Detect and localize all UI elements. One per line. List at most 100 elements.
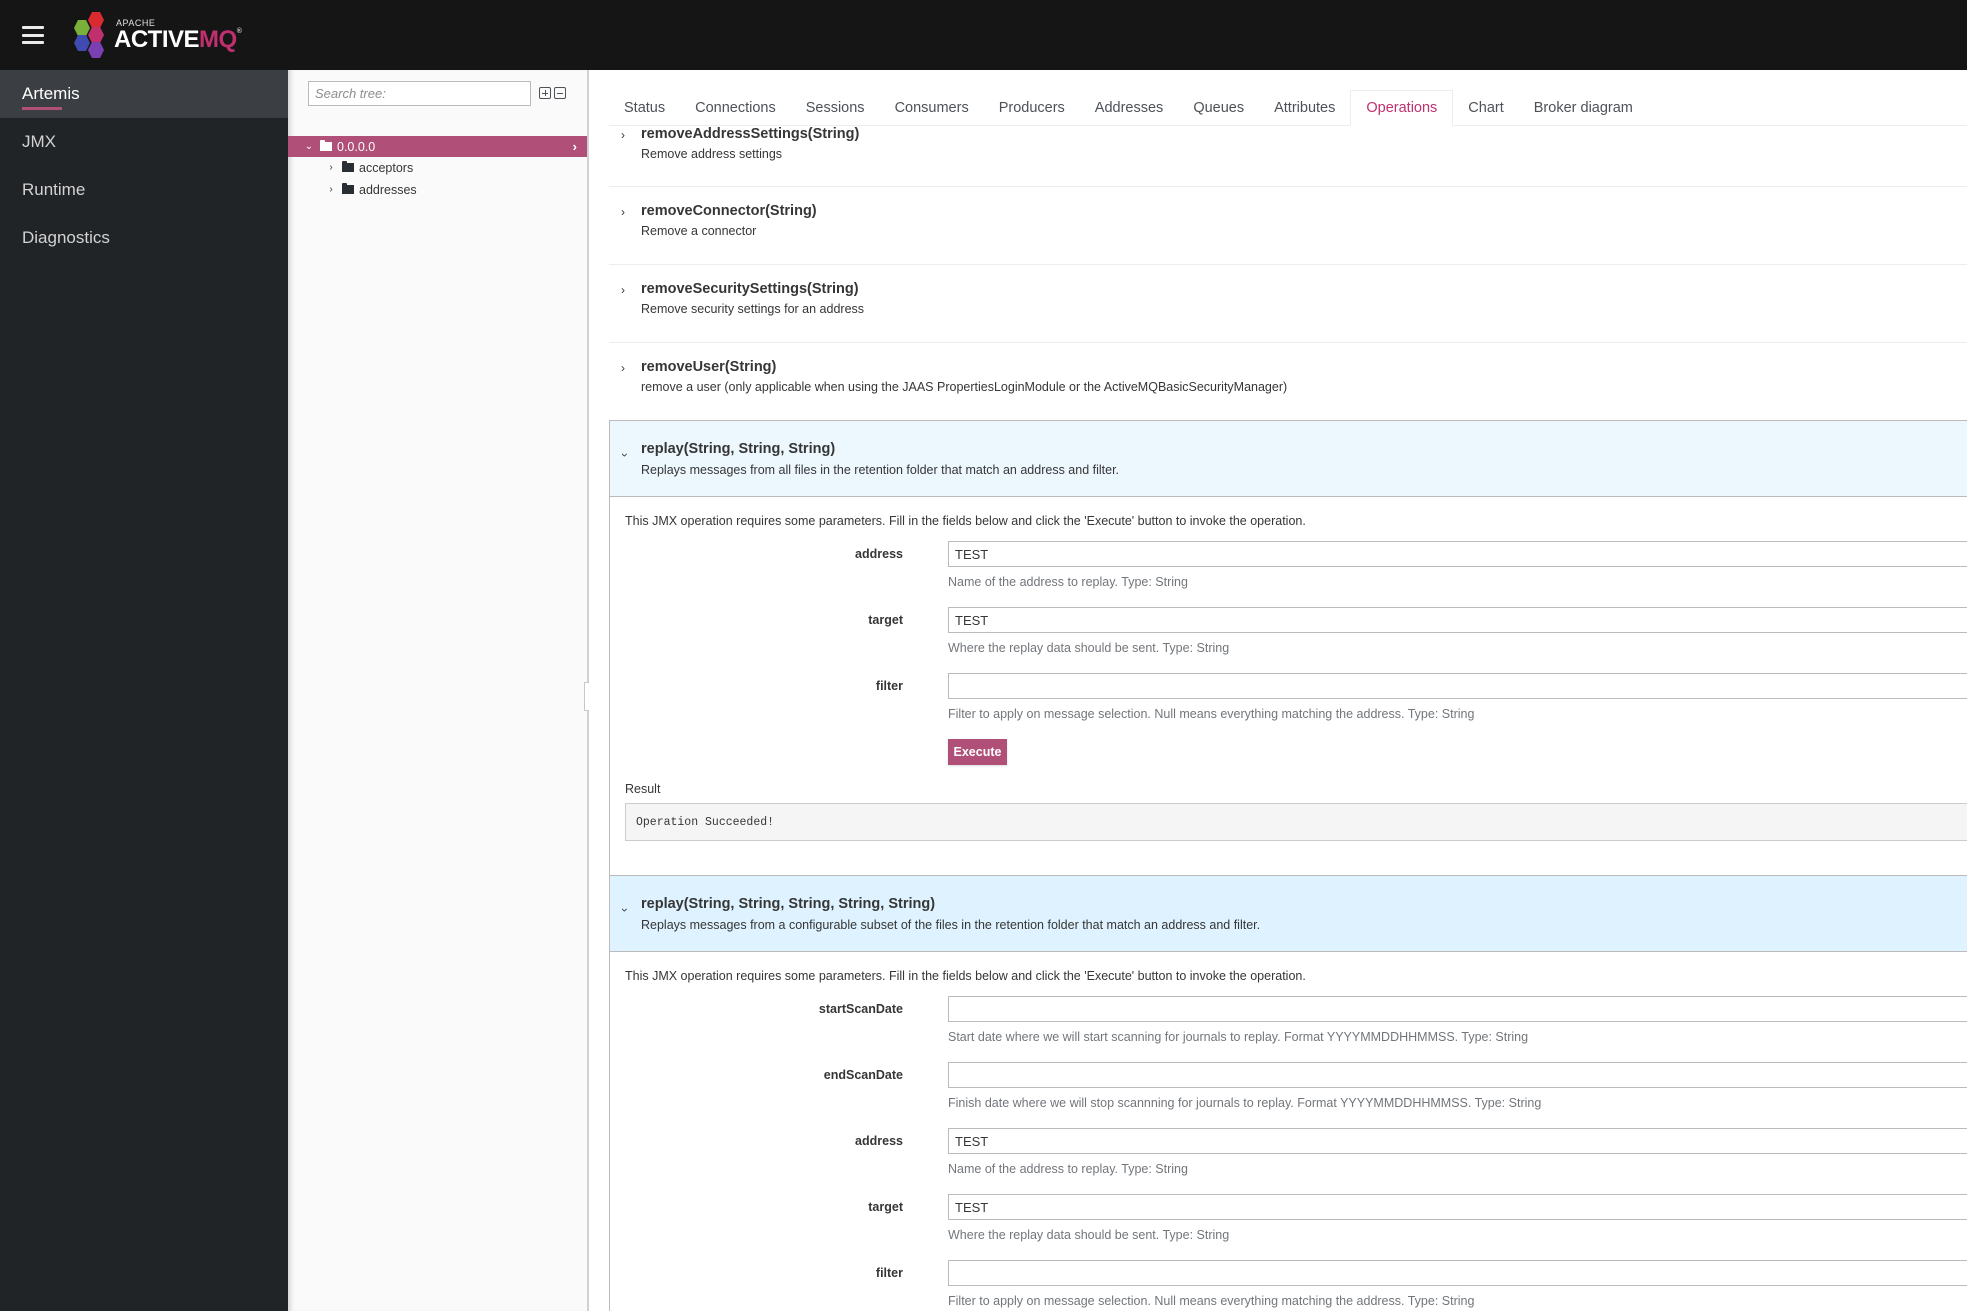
param-label: filter <box>875 1266 903 1280</box>
param-help: Where the replay data should be sent. Ty… <box>948 641 1230 655</box>
operations-list: › removeAddressSettings(String) Remove a… <box>609 126 1967 1311</box>
result-output: Operation Succeeded! <box>625 803 1967 841</box>
operation-item: › removeSecuritySettings(String) Remove … <box>609 265 1967 343</box>
param-endscandate-input[interactable] <box>948 1062 1967 1088</box>
operation-intro: This JMX operation requires some paramet… <box>625 969 1306 983</box>
operation-header[interactable]: › removeSecuritySettings(String) Remove … <box>609 265 1967 342</box>
tab-addresses[interactable]: Addresses <box>1080 90 1179 126</box>
param-label: address <box>855 1134 903 1148</box>
brand-active: ACTIVE <box>114 25 200 53</box>
operation-description: Replays messages from all files in the r… <box>641 463 1120 477</box>
operation-name: replay(String, String, String, String, S… <box>641 896 936 912</box>
param-help: Start date where we will start scanning … <box>948 1030 1529 1044</box>
chevron-right-icon[interactable]: › <box>326 162 336 173</box>
tree-node-label: 0.0.0.0 <box>337 139 376 154</box>
param-target-input[interactable] <box>948 607 1967 633</box>
operation-item: › removeAddressSettings(String) Remove a… <box>609 126 1967 187</box>
tree-node-label: addresses <box>359 182 417 197</box>
operation-description: Remove a connector <box>641 224 757 238</box>
param-help: Filter to apply on message selection. Nu… <box>948 1294 1475 1308</box>
tree-search-input[interactable] <box>308 81 531 106</box>
param-label: filter <box>875 679 903 693</box>
operation-item-expanded: › replay(String, String, String) Replays… <box>609 420 1967 875</box>
nav-item-runtime[interactable]: Runtime <box>0 166 288 214</box>
hamburger-menu-icon[interactable] <box>22 26 44 44</box>
param-label: startScanDate <box>818 1002 903 1016</box>
param-startscandate-input[interactable] <box>948 996 1967 1022</box>
operation-header[interactable]: › removeUser(String) remove a user (only… <box>609 343 1967 420</box>
param-help: Finish date where we will stop scannning… <box>948 1096 1542 1110</box>
nav-item-jmx[interactable]: JMX <box>0 118 288 166</box>
jmx-tree-panel: ⌄ 0.0.0.0 › › acceptors › addresses <box>288 70 587 1311</box>
operation-name: removeAddressSettings(String) <box>641 126 860 142</box>
chevron-right-icon[interactable]: › <box>621 361 625 375</box>
collapse-all-icon[interactable] <box>554 87 566 99</box>
brand-mq: MQ <box>199 25 237 53</box>
nav-item-artemis[interactable]: Artemis <box>0 70 288 118</box>
operation-item: › removeUser(String) remove a user (only… <box>609 343 1967 420</box>
tab-consumers[interactable]: Consumers <box>880 90 984 126</box>
vertical-nav: Artemis JMX Runtime Diagnostics <box>0 70 288 1311</box>
execute-button[interactable]: Execute <box>948 739 1007 765</box>
operation-description: Replays messages from a configurable sub… <box>641 918 1261 932</box>
tab-chart[interactable]: Chart <box>1453 90 1518 126</box>
chevron-right-icon: › <box>572 139 577 154</box>
chevron-right-icon[interactable]: › <box>621 205 625 219</box>
operation-item: › removeConnector(String) Remove a conne… <box>609 187 1967 265</box>
param-target-input[interactable] <box>948 1194 1967 1220</box>
operation-description: Remove address settings <box>641 147 783 161</box>
nav-item-diagnostics[interactable]: Diagnostics <box>0 214 288 262</box>
tab-sessions[interactable]: Sessions <box>791 90 880 126</box>
tree-node-root[interactable]: ⌄ 0.0.0.0 › <box>288 136 587 157</box>
operation-body: This JMX operation requires some paramet… <box>610 497 1967 875</box>
operation-item-expanded: › replay(String, String, String, String,… <box>609 875 1967 1311</box>
param-label: target <box>868 1200 903 1214</box>
tree-node-addresses[interactable]: › addresses <box>288 179 587 200</box>
operation-name: removeConnector(String) <box>641 203 817 219</box>
operation-name: replay(String, String, String) <box>641 441 836 457</box>
tab-broker-diagram[interactable]: Broker diagram <box>1519 90 1648 126</box>
operation-header[interactable]: › removeConnector(String) Remove a conne… <box>609 187 1967 264</box>
param-filter-input[interactable] <box>948 673 1967 699</box>
param-help: Name of the address to replay. Type: Str… <box>948 575 1188 589</box>
operation-description: Remove security settings for an address <box>641 302 865 316</box>
tab-operations[interactable]: Operations <box>1350 90 1454 126</box>
tab-attributes[interactable]: Attributes <box>1259 90 1350 126</box>
param-filter-input[interactable] <box>948 1260 1967 1286</box>
chevron-down-icon[interactable]: › <box>618 453 632 457</box>
operation-description: remove a user (only applicable when usin… <box>641 380 1288 394</box>
chevron-right-icon[interactable]: › <box>621 283 625 297</box>
folder-icon <box>342 161 354 172</box>
tree-node-label: acceptors <box>359 160 414 175</box>
tree-node-acceptors[interactable]: › acceptors <box>288 157 587 178</box>
chevron-down-icon[interactable]: › <box>618 908 632 912</box>
operation-intro: This JMX operation requires some paramet… <box>625 514 1306 528</box>
logo-hex-icon <box>72 10 110 60</box>
chevron-down-icon[interactable]: ⌄ <box>304 141 314 152</box>
result-label: Result <box>625 782 661 796</box>
chevron-right-icon[interactable]: › <box>621 128 625 142</box>
operation-header[interactable]: › removeAddressSettings(String) Remove a… <box>609 126 1967 186</box>
tab-queues[interactable]: Queues <box>1178 90 1259 126</box>
operation-header[interactable]: › replay(String, String, String, String,… <box>610 876 1967 952</box>
tab-status[interactable]: Status <box>609 90 680 126</box>
chevron-right-icon[interactable]: › <box>326 184 336 195</box>
expand-all-icon[interactable] <box>539 87 551 99</box>
param-label: address <box>855 547 903 561</box>
folder-icon <box>342 183 354 194</box>
tab-connections[interactable]: Connections <box>680 90 791 126</box>
param-help: Where the replay data should be sent. Ty… <box>948 1228 1230 1242</box>
tab-producers[interactable]: Producers <box>984 90 1080 126</box>
param-label: endScanDate <box>823 1068 903 1082</box>
operation-header[interactable]: › replay(String, String, String) Replays… <box>610 421 1967 497</box>
tab-bar: Status Connections Sessions Consumers Pr… <box>609 90 1967 126</box>
brand-registered: ® <box>236 27 242 35</box>
param-label: target <box>868 613 903 627</box>
operation-name: removeSecuritySettings(String) <box>641 281 859 297</box>
param-address-input[interactable] <box>948 1128 1967 1154</box>
param-address-input[interactable] <box>948 541 1967 567</box>
param-help: Filter to apply on message selection. Nu… <box>948 707 1475 721</box>
activemq-logo: APACHE ACTIVEMQ® <box>72 10 242 60</box>
main-content: Status Connections Sessions Consumers Pr… <box>589 70 1967 1311</box>
top-navbar: APACHE ACTIVEMQ® <box>0 0 1967 70</box>
